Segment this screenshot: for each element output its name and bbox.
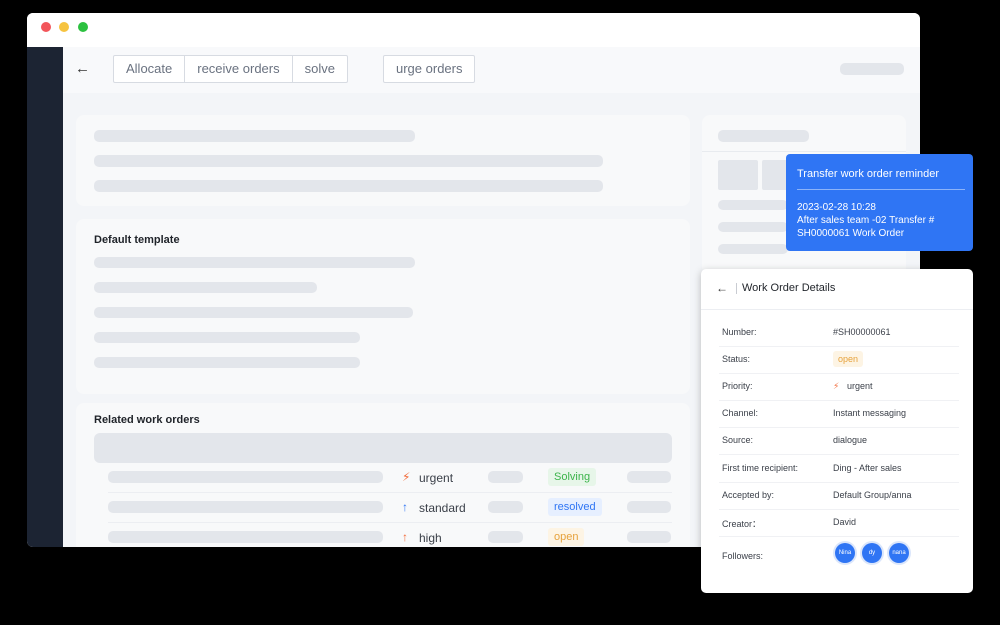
divider — [702, 151, 906, 152]
detail-row-source: Source: dialogue — [719, 427, 959, 455]
priority-label: urgent — [419, 471, 454, 485]
related-orders-card: Related work orders ⚡ urgent Solving ↑ s… — [76, 403, 690, 547]
reminder-title: Transfer work order reminder — [797, 168, 940, 180]
maximize-window-button[interactable] — [78, 22, 88, 32]
transfer-reminder-popup[interactable]: Transfer work order reminder 2023-02-28 … — [786, 154, 973, 251]
template-heading: Default template — [94, 234, 180, 246]
skeleton-line — [94, 332, 360, 343]
back-arrow-icon[interactable]: ← — [75, 61, 90, 76]
detail-label: Source: — [722, 435, 754, 445]
skeleton-cell — [627, 471, 671, 483]
allocate-button[interactable]: Allocate — [114, 56, 186, 82]
skeleton-cell — [488, 501, 523, 513]
skeleton-cell — [108, 501, 383, 513]
reminder-time: 2023-02-28 10:28 — [797, 202, 876, 213]
skeleton-cell — [488, 531, 523, 543]
avatar[interactable]: dy — [862, 543, 882, 563]
detail-label: Priority: — [722, 381, 753, 391]
status-badge: open — [548, 528, 585, 546]
solve-button[interactable]: solve — [293, 56, 347, 82]
detail-value: Ding - After sales — [833, 463, 902, 473]
minimize-window-button[interactable] — [59, 22, 69, 32]
left-sidebar — [27, 47, 63, 547]
detail-label: Status: — [722, 354, 751, 364]
skeleton-line — [94, 180, 603, 192]
priority-label: standard — [419, 501, 466, 515]
detail-label: Creator： — [722, 519, 762, 529]
detail-row-creator: Creator： David — [719, 509, 959, 537]
related-orders-heading: Related work orders — [94, 414, 200, 426]
reminder-body: 2023-02-28 10:28 After sales team -02 Tr… — [797, 201, 934, 240]
status-badge: Solving — [548, 468, 597, 486]
table-header — [94, 433, 672, 463]
detail-value: dialogue — [833, 435, 868, 445]
detail-label: Channel: — [722, 408, 759, 418]
reminder-line: After sales team -02 Transfer # — [797, 215, 935, 226]
arrow-up-icon: ↑ — [402, 500, 408, 514]
skeleton-line — [94, 155, 603, 167]
detail-value: Default Group/anna — [833, 490, 912, 500]
skeleton-cell — [108, 531, 383, 543]
detail-row-status: Status: open — [719, 346, 959, 374]
detail-label: Followers: — [722, 551, 764, 561]
action-button-group: Allocate receive orders solve — [113, 55, 348, 83]
details-title: Work Order Details — [742, 282, 836, 294]
lightning-icon: ⚡ — [402, 470, 411, 484]
urge-orders-button[interactable]: urge orders — [383, 55, 476, 83]
arrow-up-icon: ↑ — [402, 530, 408, 544]
detail-row-priority: Priority: ⚡ urgent — [719, 373, 959, 401]
status-badge: resolved — [548, 498, 602, 516]
detail-value: #SH00000061 — [833, 327, 891, 337]
detail-row-first-recipient: First time recipient: Ding - After sales — [719, 455, 959, 483]
skeleton-line — [718, 222, 788, 232]
detail-row-number: Number: #SH00000061 — [719, 319, 959, 347]
divider — [736, 283, 737, 294]
toolbar-placeholder — [840, 63, 904, 75]
lightning-icon: ⚡ — [833, 381, 840, 391]
skeleton-line — [94, 282, 317, 293]
detail-label: Number: — [722, 327, 757, 337]
skeleton-line — [94, 130, 415, 142]
template-card: Default template — [76, 219, 690, 394]
skeleton-line — [94, 257, 415, 268]
detail-label: First time recipient: — [722, 463, 799, 473]
divider — [797, 189, 965, 190]
avatar[interactable]: nana — [889, 543, 909, 563]
detail-row-channel: Channel: Instant messaging — [719, 400, 959, 428]
close-window-button[interactable] — [41, 22, 51, 32]
skeleton-cell — [488, 471, 523, 483]
row-divider — [108, 522, 672, 523]
skeleton-line — [718, 244, 788, 254]
detail-label: Accepted by: — [722, 490, 775, 500]
detail-row-followers: Followers: Nina dy nana — [719, 539, 959, 571]
info-card — [76, 115, 690, 206]
avatar[interactable]: Nina — [835, 543, 855, 563]
work-order-details-panel: ← Work Order Details Number: #SH00000061… — [701, 269, 973, 593]
skeleton-block — [718, 160, 758, 190]
detail-value: urgent — [847, 381, 873, 391]
skeleton-line — [718, 130, 809, 142]
detail-value: Instant messaging — [833, 408, 907, 418]
toolbar: ← Allocate receive orders solve urge ord… — [63, 47, 920, 93]
skeleton-cell — [627, 501, 671, 513]
skeleton-line — [94, 307, 413, 318]
skeleton-line — [718, 200, 788, 210]
reminder-line: SH0000061 Work Order — [797, 228, 905, 239]
back-arrow-icon[interactable]: ← — [716, 282, 728, 294]
receive-orders-button[interactable]: receive orders — [185, 56, 293, 82]
status-badge: open — [833, 351, 864, 367]
skeleton-line — [94, 357, 360, 368]
priority-label: high — [419, 531, 442, 545]
window-titlebar — [27, 13, 920, 47]
details-header: ← Work Order Details — [701, 269, 973, 310]
skeleton-cell — [627, 531, 671, 543]
detail-row-accepted-by: Accepted by: Default Group/anna — [719, 482, 959, 510]
skeleton-cell — [108, 471, 383, 483]
detail-value: David — [833, 517, 857, 527]
row-divider — [108, 492, 672, 493]
